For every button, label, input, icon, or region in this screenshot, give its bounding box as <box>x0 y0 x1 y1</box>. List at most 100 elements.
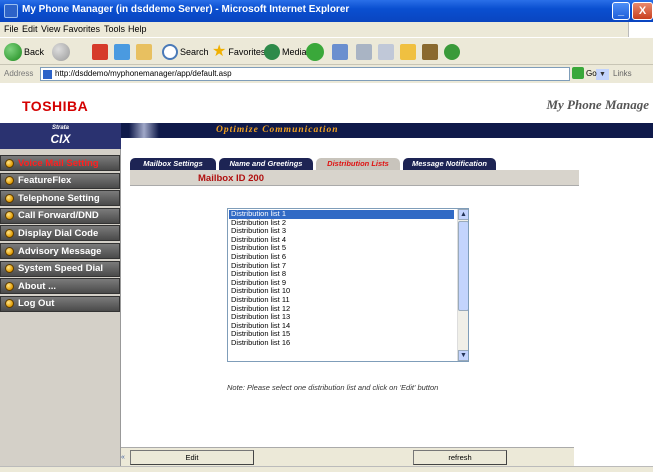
bullet-icon <box>5 246 14 256</box>
mailbox-id: Mailbox ID 200 <box>198 173 264 184</box>
go-arrow-icon <box>572 67 584 79</box>
address-bar: Address http://dsddemo/myphonemanager/ap… <box>0 65 653 83</box>
forward-button[interactable] <box>52 42 70 62</box>
nav-label: System Speed Dial <box>18 263 104 275</box>
history-icon <box>306 43 324 61</box>
refresh-button[interactable]: refresh <box>413 450 507 465</box>
address-url: http://dsddemo/myphonemanager/app/defaul… <box>55 69 232 78</box>
history-button[interactable] <box>306 42 324 62</box>
nav-telephone-setting[interactable]: Telephone Setting <box>0 190 120 207</box>
research-button[interactable] <box>422 42 438 62</box>
tab-message-notification[interactable]: Message Notification <box>403 158 496 170</box>
tagline: Optimize Communication <box>216 125 339 135</box>
edit-button[interactable]: Edit <box>130 450 254 465</box>
go-button[interactable]: Go <box>572 67 597 79</box>
nav-featureflex[interactable]: FeatureFlex <box>0 172 120 189</box>
browser-toolbar: Back Search ★ Favorites Media <box>0 37 653 65</box>
nav-system-speed-dial[interactable]: System Speed Dial <box>0 260 120 277</box>
status-bar <box>0 466 653 472</box>
media-label: Media <box>282 47 307 57</box>
page-icon <box>43 70 52 79</box>
ie-app-icon <box>4 4 18 18</box>
nav-label: About ... <box>18 280 56 292</box>
mail-button[interactable] <box>332 42 348 62</box>
tab-distribution-lists[interactable]: Distribution Lists <box>316 158 400 170</box>
brand-name: TOSHIBA <box>22 98 89 114</box>
banner-glow <box>129 123 159 138</box>
menu-help[interactable]: Help <box>128 24 147 34</box>
main-content: My Phone Manage Optimize Communication M… <box>121 83 653 466</box>
close-button[interactable]: X <box>632 2 653 20</box>
media-button[interactable]: Media <box>264 42 307 62</box>
mailbox-header: Mailbox ID 200 <box>130 170 579 186</box>
window-title: My Phone Manager (in dsddemo Server) - M… <box>22 4 350 15</box>
go-label: Go <box>586 68 597 78</box>
bullet-icon <box>5 299 14 309</box>
menu-edit[interactable]: Edit <box>22 24 38 34</box>
list-scrollbar[interactable]: ▲ ▼ <box>457 209 468 361</box>
back-label: Back <box>24 47 45 57</box>
nav-about[interactable]: About ... <box>0 278 120 295</box>
edit-page-button[interactable] <box>378 42 394 62</box>
scroll-down-icon[interactable]: ▼ <box>458 350 468 361</box>
menu-bar: File Edit View Favorites Tools Help <box>0 22 653 37</box>
forward-arrow-icon <box>52 43 70 61</box>
menu-favorites[interactable]: Favorites <box>63 24 100 34</box>
messenger-button[interactable] <box>444 42 460 62</box>
strata-cix-logo: Strata CIX <box>0 123 121 149</box>
nav-label: Call Forward/DND <box>18 210 99 222</box>
back-button[interactable]: Back <box>4 42 44 62</box>
distribution-list-box[interactable]: Distribution list 1 Distribution list 2 … <box>227 208 469 362</box>
nav-label: Telephone Setting <box>18 192 100 204</box>
collapse-sidebar-button[interactable]: « <box>121 454 125 461</box>
favorites-button[interactable]: ★ Favorites <box>212 42 265 62</box>
back-arrow-icon <box>4 43 22 61</box>
nav-log-out[interactable]: Log Out <box>0 295 120 312</box>
refresh-page-button[interactable] <box>114 42 130 62</box>
nav-advisory-message[interactable]: Advisory Message <box>0 243 120 259</box>
tagline-banner: Optimize Communication <box>121 123 653 138</box>
address-input[interactable]: http://dsddemo/myphonemanager/app/defaul… <box>40 67 609 81</box>
menu-view[interactable]: View <box>41 24 60 34</box>
scroll-up-icon[interactable]: ▲ <box>458 209 468 220</box>
search-button[interactable]: Search <box>162 42 209 62</box>
folder-button[interactable] <box>400 42 416 62</box>
nav-label: FeatureFlex <box>18 175 72 187</box>
search-icon <box>162 44 178 60</box>
tab-name-and-greetings[interactable]: Name and Greetings <box>219 158 313 170</box>
links-button[interactable]: Links <box>613 69 632 78</box>
window-title-bar: My Phone Manager (in dsddemo Server) - M… <box>0 0 653 22</box>
address-dropdown-icon[interactable]: ▼ <box>596 69 609 80</box>
media-icon <box>264 44 280 60</box>
print-button[interactable] <box>356 42 372 62</box>
nav-label: Log Out <box>18 298 55 310</box>
edit-page-icon <box>378 44 394 60</box>
list-item[interactable]: Distribution list 16 <box>229 338 290 348</box>
nav-label: Advisory Message <box>18 245 102 257</box>
web-page: TOSHIBA Strata CIX Voice Mail Setting Fe… <box>0 83 653 466</box>
instruction-note: Note: Please select one distribution lis… <box>227 383 439 392</box>
nav-display-dial-code[interactable]: Display Dial Code <box>0 225 120 242</box>
minimize-button[interactable]: _ <box>612 2 630 20</box>
tab-mailbox-settings[interactable]: Mailbox Settings <box>130 158 216 170</box>
windows-logo-icon <box>628 22 653 37</box>
home-button[interactable] <box>136 42 152 62</box>
scroll-thumb[interactable] <box>458 221 468 311</box>
menu-file[interactable]: File <box>4 24 19 34</box>
refresh-icon <box>114 44 130 60</box>
strata-label: Strata <box>51 125 69 131</box>
bullet-icon <box>5 281 14 291</box>
app-title: My Phone Manage <box>546 97 649 112</box>
home-icon <box>136 44 152 60</box>
search-label: Search <box>180 47 209 57</box>
bullet-icon <box>5 193 14 203</box>
menu-tools[interactable]: Tools <box>104 24 125 34</box>
toshiba-logo: TOSHIBA <box>0 83 121 123</box>
nav-call-forward-dnd[interactable]: Call Forward/DND <box>0 207 120 224</box>
button-bar: « Edit refresh <box>121 447 574 466</box>
stop-button[interactable] <box>92 42 108 62</box>
nav-voice-mail-setting[interactable]: Voice Mail Setting <box>0 155 120 171</box>
bullet-icon <box>5 176 14 186</box>
nav-label: Voice Mail Setting <box>18 157 99 169</box>
folder-icon <box>400 44 416 60</box>
